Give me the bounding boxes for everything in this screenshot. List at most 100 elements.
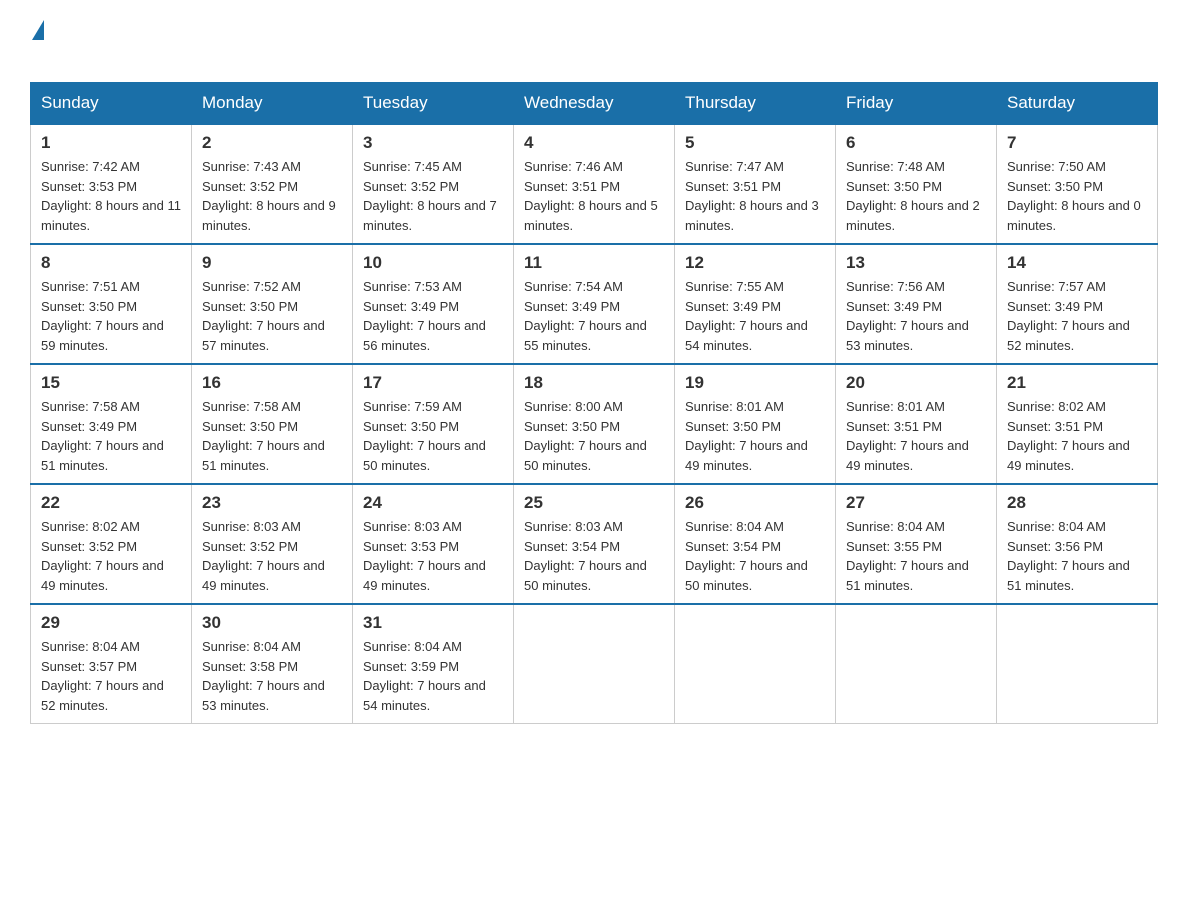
daylight-label: Daylight: 7 hours and 52 minutes.: [41, 678, 164, 713]
sunrise-label: Sunrise: 7:58 AM: [202, 399, 301, 414]
day-number: 5: [685, 133, 825, 153]
daylight-label: Daylight: 7 hours and 51 minutes.: [846, 558, 969, 593]
calendar-day-header: Tuesday: [353, 83, 514, 125]
calendar-day-cell: 24 Sunrise: 8:03 AM Sunset: 3:53 PM Dayl…: [353, 484, 514, 604]
sunrise-label: Sunrise: 7:43 AM: [202, 159, 301, 174]
calendar-day-cell: 22 Sunrise: 8:02 AM Sunset: 3:52 PM Dayl…: [31, 484, 192, 604]
day-number: 14: [1007, 253, 1147, 273]
daylight-label: Daylight: 7 hours and 49 minutes.: [685, 438, 808, 473]
sunrise-label: Sunrise: 8:04 AM: [685, 519, 784, 534]
day-number: 15: [41, 373, 181, 393]
day-number: 20: [846, 373, 986, 393]
sunset-label: Sunset: 3:49 PM: [1007, 299, 1103, 314]
day-info: Sunrise: 7:57 AM Sunset: 3:49 PM Dayligh…: [1007, 277, 1147, 355]
sunrise-label: Sunrise: 7:52 AM: [202, 279, 301, 294]
daylight-label: Daylight: 7 hours and 50 minutes.: [685, 558, 808, 593]
sunset-label: Sunset: 3:50 PM: [1007, 179, 1103, 194]
calendar-week-row: 22 Sunrise: 8:02 AM Sunset: 3:52 PM Dayl…: [31, 484, 1158, 604]
calendar-day-cell: 1 Sunrise: 7:42 AM Sunset: 3:53 PM Dayli…: [31, 124, 192, 244]
day-info: Sunrise: 7:46 AM Sunset: 3:51 PM Dayligh…: [524, 157, 664, 235]
calendar-week-row: 8 Sunrise: 7:51 AM Sunset: 3:50 PM Dayli…: [31, 244, 1158, 364]
day-info: Sunrise: 8:03 AM Sunset: 3:54 PM Dayligh…: [524, 517, 664, 595]
sunset-label: Sunset: 3:51 PM: [524, 179, 620, 194]
sunset-label: Sunset: 3:52 PM: [41, 539, 137, 554]
daylight-label: Daylight: 7 hours and 49 minutes.: [1007, 438, 1130, 473]
calendar-day-header: Monday: [192, 83, 353, 125]
day-info: Sunrise: 8:00 AM Sunset: 3:50 PM Dayligh…: [524, 397, 664, 475]
calendar-day-cell: 29 Sunrise: 8:04 AM Sunset: 3:57 PM Dayl…: [31, 604, 192, 724]
daylight-label: Daylight: 8 hours and 11 minutes.: [41, 198, 181, 233]
logo-triangle-icon: [32, 20, 44, 40]
day-number: 17: [363, 373, 503, 393]
day-number: 22: [41, 493, 181, 513]
day-info: Sunrise: 8:01 AM Sunset: 3:50 PM Dayligh…: [685, 397, 825, 475]
day-info: Sunrise: 7:58 AM Sunset: 3:50 PM Dayligh…: [202, 397, 342, 475]
sunrise-label: Sunrise: 7:55 AM: [685, 279, 784, 294]
daylight-label: Daylight: 7 hours and 50 minutes.: [524, 558, 647, 593]
calendar-day-cell: [997, 604, 1158, 724]
daylight-label: Daylight: 7 hours and 51 minutes.: [202, 438, 325, 473]
sunrise-label: Sunrise: 8:04 AM: [363, 639, 462, 654]
sunset-label: Sunset: 3:54 PM: [685, 539, 781, 554]
day-number: 11: [524, 253, 664, 273]
sunset-label: Sunset: 3:57 PM: [41, 659, 137, 674]
day-number: 28: [1007, 493, 1147, 513]
calendar-day-cell: 21 Sunrise: 8:02 AM Sunset: 3:51 PM Dayl…: [997, 364, 1158, 484]
day-number: 3: [363, 133, 503, 153]
sunrise-label: Sunrise: 8:03 AM: [202, 519, 301, 534]
daylight-label: Daylight: 7 hours and 56 minutes.: [363, 318, 486, 353]
calendar-day-cell: 5 Sunrise: 7:47 AM Sunset: 3:51 PM Dayli…: [675, 124, 836, 244]
sunrise-label: Sunrise: 7:59 AM: [363, 399, 462, 414]
sunrise-label: Sunrise: 7:47 AM: [685, 159, 784, 174]
sunrise-label: Sunrise: 8:04 AM: [41, 639, 140, 654]
day-info: Sunrise: 7:53 AM Sunset: 3:49 PM Dayligh…: [363, 277, 503, 355]
day-info: Sunrise: 8:03 AM Sunset: 3:53 PM Dayligh…: [363, 517, 503, 595]
daylight-label: Daylight: 7 hours and 51 minutes.: [41, 438, 164, 473]
calendar-week-row: 15 Sunrise: 7:58 AM Sunset: 3:49 PM Dayl…: [31, 364, 1158, 484]
calendar-day-cell: [514, 604, 675, 724]
calendar-day-cell: 26 Sunrise: 8:04 AM Sunset: 3:54 PM Dayl…: [675, 484, 836, 604]
logo: [30, 20, 44, 62]
sunset-label: Sunset: 3:50 PM: [202, 419, 298, 434]
daylight-label: Daylight: 8 hours and 9 minutes.: [202, 198, 336, 233]
day-number: 30: [202, 613, 342, 633]
calendar-day-header: Friday: [836, 83, 997, 125]
calendar-day-cell: [675, 604, 836, 724]
daylight-label: Daylight: 7 hours and 50 minutes.: [524, 438, 647, 473]
day-number: 27: [846, 493, 986, 513]
sunrise-label: Sunrise: 8:04 AM: [1007, 519, 1106, 534]
calendar-day-cell: 25 Sunrise: 8:03 AM Sunset: 3:54 PM Dayl…: [514, 484, 675, 604]
sunset-label: Sunset: 3:51 PM: [846, 419, 942, 434]
calendar-day-cell: 11 Sunrise: 7:54 AM Sunset: 3:49 PM Dayl…: [514, 244, 675, 364]
calendar-week-row: 1 Sunrise: 7:42 AM Sunset: 3:53 PM Dayli…: [31, 124, 1158, 244]
day-number: 19: [685, 373, 825, 393]
day-number: 18: [524, 373, 664, 393]
day-info: Sunrise: 7:43 AM Sunset: 3:52 PM Dayligh…: [202, 157, 342, 235]
day-info: Sunrise: 8:01 AM Sunset: 3:51 PM Dayligh…: [846, 397, 986, 475]
daylight-label: Daylight: 7 hours and 49 minutes.: [202, 558, 325, 593]
calendar-day-cell: 28 Sunrise: 8:04 AM Sunset: 3:56 PM Dayl…: [997, 484, 1158, 604]
sunrise-label: Sunrise: 8:03 AM: [524, 519, 623, 534]
day-number: 12: [685, 253, 825, 273]
sunset-label: Sunset: 3:49 PM: [846, 299, 942, 314]
day-number: 9: [202, 253, 342, 273]
day-info: Sunrise: 8:03 AM Sunset: 3:52 PM Dayligh…: [202, 517, 342, 595]
sunset-label: Sunset: 3:50 PM: [41, 299, 137, 314]
calendar-day-cell: 18 Sunrise: 8:00 AM Sunset: 3:50 PM Dayl…: [514, 364, 675, 484]
daylight-label: Daylight: 7 hours and 50 minutes.: [363, 438, 486, 473]
calendar-day-cell: 19 Sunrise: 8:01 AM Sunset: 3:50 PM Dayl…: [675, 364, 836, 484]
day-info: Sunrise: 7:42 AM Sunset: 3:53 PM Dayligh…: [41, 157, 181, 235]
day-info: Sunrise: 8:04 AM Sunset: 3:56 PM Dayligh…: [1007, 517, 1147, 595]
day-info: Sunrise: 7:47 AM Sunset: 3:51 PM Dayligh…: [685, 157, 825, 235]
calendar-day-cell: 16 Sunrise: 7:58 AM Sunset: 3:50 PM Dayl…: [192, 364, 353, 484]
day-number: 29: [41, 613, 181, 633]
sunrise-label: Sunrise: 7:46 AM: [524, 159, 623, 174]
day-info: Sunrise: 7:54 AM Sunset: 3:49 PM Dayligh…: [524, 277, 664, 355]
daylight-label: Daylight: 7 hours and 59 minutes.: [41, 318, 164, 353]
calendar-day-cell: 30 Sunrise: 8:04 AM Sunset: 3:58 PM Dayl…: [192, 604, 353, 724]
day-info: Sunrise: 8:02 AM Sunset: 3:52 PM Dayligh…: [41, 517, 181, 595]
calendar-day-cell: 6 Sunrise: 7:48 AM Sunset: 3:50 PM Dayli…: [836, 124, 997, 244]
sunrise-label: Sunrise: 7:54 AM: [524, 279, 623, 294]
daylight-label: Daylight: 7 hours and 49 minutes.: [363, 558, 486, 593]
calendar-week-row: 29 Sunrise: 8:04 AM Sunset: 3:57 PM Dayl…: [31, 604, 1158, 724]
